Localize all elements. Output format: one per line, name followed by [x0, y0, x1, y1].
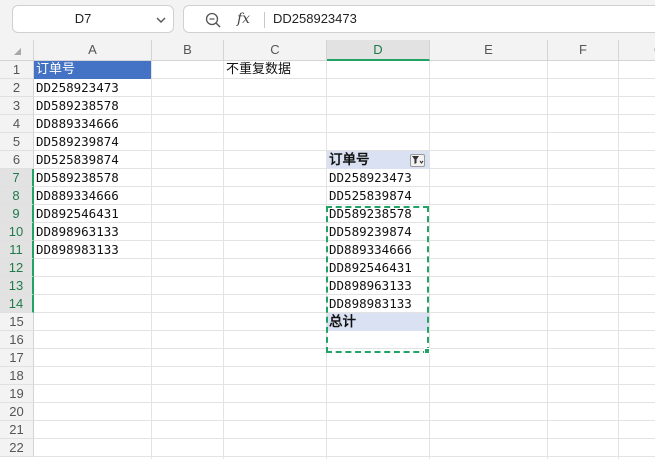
column-header-c[interactable]: C — [224, 40, 327, 61]
row-header-20[interactable]: 20 — [0, 403, 34, 421]
cell-a8[interactable]: DD889334666 — [34, 187, 152, 205]
row-header-12[interactable]: 12 — [0, 259, 34, 277]
cell-a9[interactable]: DD892546431 — [34, 205, 152, 223]
row-header-18[interactable]: 18 — [0, 367, 34, 385]
name-box[interactable]: D7 — [12, 5, 174, 33]
formula-input-area[interactable]: fx DD258923473 — [183, 5, 655, 33]
select-all-icon — [14, 48, 21, 55]
gridline-col — [547, 61, 548, 459]
row-header-10[interactable]: 10 — [0, 223, 34, 241]
row-header-6[interactable]: 6 — [0, 151, 34, 169]
gridline-col — [429, 61, 430, 459]
column-header-b[interactable]: B — [152, 40, 224, 61]
gridline-row — [34, 438, 655, 439]
select-all-corner[interactable] — [0, 40, 34, 61]
function-icon[interactable]: fx — [237, 8, 250, 30]
row-header-5[interactable]: 5 — [0, 133, 34, 151]
pivot-item[interactable]: DD525839874 — [327, 187, 429, 205]
column-header-d[interactable]: D — [327, 40, 430, 61]
column-header-g[interactable]: G — [619, 40, 655, 61]
pivot-item[interactable]: DD898983133 — [327, 295, 429, 313]
gridline-row — [34, 420, 655, 421]
cell-a4[interactable]: DD889334666 — [34, 115, 152, 133]
cell-a7[interactable]: DD589238578 — [34, 169, 152, 187]
row-header-1[interactable]: 1 — [0, 61, 34, 79]
filter-icon — [412, 156, 424, 164]
gridline-row — [34, 456, 655, 457]
cell-a11[interactable]: DD898983133 — [34, 241, 152, 259]
cell-a3[interactable]: DD589238578 — [34, 97, 152, 115]
cell-a2[interactable]: DD258923473 — [34, 79, 152, 97]
row-header-3[interactable]: 3 — [0, 97, 34, 115]
gridline-col — [223, 61, 224, 459]
pivot-item[interactable]: DD892546431 — [327, 259, 429, 277]
filter-dropdown-button[interactable] — [410, 154, 425, 167]
row-header-11[interactable]: 11 — [0, 241, 34, 259]
fill-handle[interactable] — [424, 348, 430, 354]
row-header-4[interactable]: 4 — [0, 115, 34, 133]
column-header-a[interactable]: A — [34, 40, 152, 61]
cell-a1[interactable]: 订单号 — [34, 61, 151, 79]
row-header-7[interactable]: 7 — [0, 169, 34, 187]
cell-a5[interactable]: DD589239874 — [34, 133, 152, 151]
row-header-19[interactable]: 19 — [0, 385, 34, 403]
gridline-row — [34, 384, 655, 385]
gridline-row — [34, 348, 655, 349]
pivot-item[interactable]: DD258923473 — [327, 169, 429, 187]
chevron-down-icon[interactable] — [155, 14, 167, 26]
row-header-9[interactable]: 9 — [0, 205, 34, 223]
row-header-21[interactable]: 21 — [0, 421, 34, 439]
pivot-item[interactable]: DD589239874 — [327, 223, 429, 241]
pivot-item[interactable]: DD898963133 — [327, 277, 429, 295]
name-box-value: D7 — [74, 11, 92, 26]
pivot-total-cell[interactable]: 总计 — [327, 313, 429, 331]
cell-a10[interactable]: DD898963133 — [34, 223, 152, 241]
pivot-header-cell[interactable]: 订单号 — [327, 151, 429, 169]
pivot-item[interactable]: DD889334666 — [327, 241, 429, 259]
zoom-icon[interactable] — [204, 11, 222, 29]
formula-value[interactable]: DD258923473 — [273, 6, 357, 32]
spreadsheet-grid[interactable]: ABCDEFG123456789101112131415161718192021… — [0, 40, 655, 459]
row-header-17[interactable]: 17 — [0, 349, 34, 367]
row-header-16[interactable]: 16 — [0, 331, 34, 349]
gridline-row — [34, 366, 655, 367]
row-header-8[interactable]: 8 — [0, 187, 34, 205]
row-header-14[interactable]: 14 — [0, 295, 34, 313]
formula-bar: D7 fx DD258923473 — [0, 0, 655, 40]
column-header-f[interactable]: F — [548, 40, 619, 61]
gridline-row — [34, 402, 655, 403]
row-header-22[interactable]: 22 — [0, 439, 34, 457]
row-header-2[interactable]: 2 — [0, 79, 34, 97]
row-header-15[interactable]: 15 — [0, 313, 34, 331]
cell-a6[interactable]: DD525839874 — [34, 151, 152, 169]
pivot-header-label: 订单号 — [329, 152, 370, 168]
row-header-13[interactable]: 13 — [0, 277, 34, 295]
formula-separator — [264, 12, 265, 28]
pivot-item[interactable]: DD589238578 — [327, 205, 429, 223]
gridline-col — [618, 61, 619, 459]
column-header-e[interactable]: E — [430, 40, 548, 61]
cell-c1[interactable]: 不重复数据 — [224, 61, 327, 79]
